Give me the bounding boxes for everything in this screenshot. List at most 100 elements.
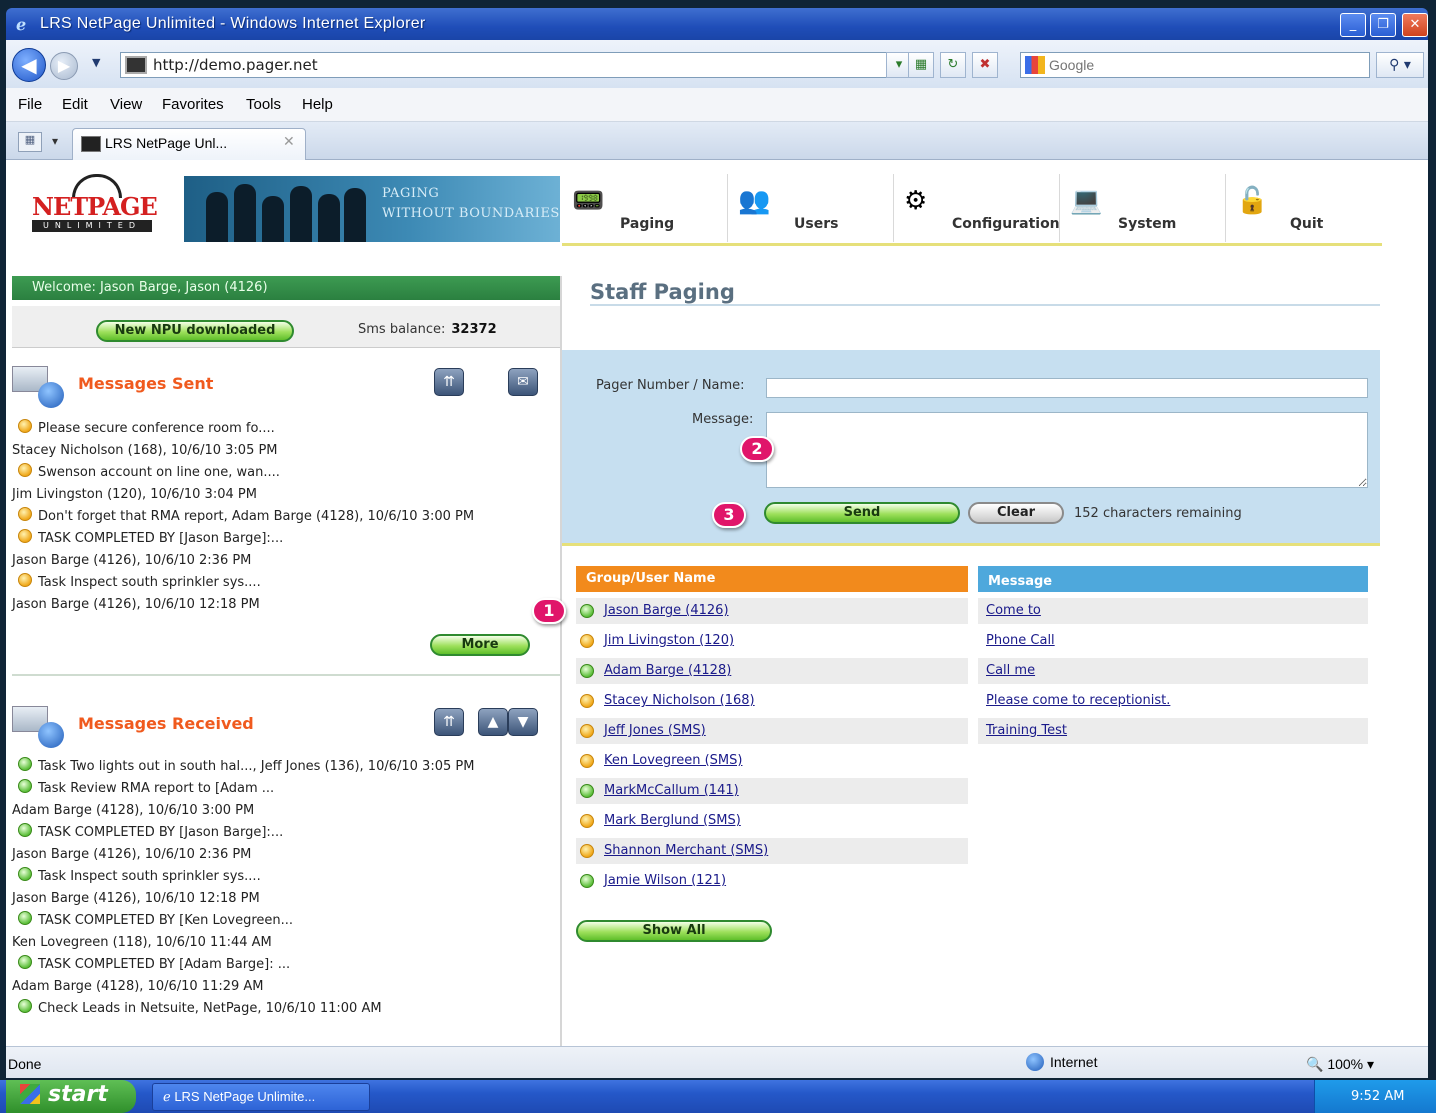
messages-globe-icon (12, 704, 64, 748)
minimize-button[interactable]: _ (1340, 13, 1366, 37)
message-row: Training Test (978, 718, 1368, 744)
message-item[interactable]: Task Inspect south sprinkler sys.... Jaso… (12, 866, 560, 910)
address-field[interactable] (120, 52, 900, 78)
message-item[interactable]: TASK COMPLETED BY [Jason Barge]:... Jason… (12, 528, 560, 572)
message-row: Come to (978, 598, 1368, 624)
status-yellow-icon (18, 463, 32, 477)
preset-message-link[interactable]: Please come to receptionist. (986, 693, 1170, 708)
message-item[interactable]: Please secure conference room fo.... Stac… (12, 418, 560, 462)
message-item[interactable]: Swenson account on line one, wan.... Jim … (12, 462, 560, 506)
clear-button[interactable]: Clear (968, 502, 1064, 524)
address-toolbar: ◀ ▶ ▼ ▾ ▦ ↻ ✖ ⚲ ▾ (6, 40, 1428, 88)
message-item[interactable]: Don't forget that RMA report, Adam Barge… (12, 506, 560, 528)
system-tray: 9:52 AM (1314, 1080, 1436, 1113)
message-item[interactable]: Task Review RMA report to [Adam ... Adam … (12, 778, 560, 822)
status-yellow-icon (580, 754, 594, 768)
preset-message-link[interactable]: Call me (986, 663, 1035, 678)
user-link[interactable]: Shannon Merchant (SMS) (604, 843, 768, 858)
show-all-button[interactable]: Show All (576, 920, 772, 942)
send-button[interactable]: Send (764, 502, 960, 524)
message-header[interactable]: Message (978, 566, 1368, 592)
taskbar-item-ie[interactable]: ℯ LRS NetPage Unlimite... (152, 1083, 370, 1111)
user-link[interactable]: Jason Barge (4126) (604, 603, 729, 618)
user-link[interactable]: Stacey Nicholson (168) (604, 693, 755, 708)
forward-button[interactable]: ▶ (50, 52, 78, 80)
collapse-received-button[interactable]: ⇈ (434, 708, 464, 736)
more-button[interactable]: More (430, 634, 530, 656)
search-input[interactable] (1049, 55, 1349, 75)
banner-line2: WITHOUT BOUNDARIES (382, 206, 560, 221)
status-green-icon (18, 757, 32, 771)
scroll-up-button[interactable]: ▲ (478, 708, 508, 736)
taskbar-item-label: LRS NetPage Unlimite... (174, 1089, 316, 1104)
url-input[interactable] (153, 55, 873, 75)
nav-configuration[interactable]: ⚙ Configuration (894, 174, 1060, 242)
search-button[interactable]: ⚲ ▾ (1376, 52, 1424, 78)
status-text: Done (8, 1056, 42, 1072)
user-link[interactable]: Jeff Jones (SMS) (604, 723, 706, 738)
search-field[interactable] (1020, 52, 1370, 78)
menu-favorites[interactable]: Favorites (162, 96, 224, 113)
user-link[interactable]: Jamie Wilson (121) (604, 873, 726, 888)
message-summary: TASK COMPLETED BY [Adam Barge]: ... (38, 957, 291, 972)
tab-list-dropdown[interactable]: ▾ (52, 134, 58, 148)
messages-received-title: Messages Received (78, 714, 254, 733)
user-row: Stacey Nicholson (168) (576, 688, 968, 714)
zoom-level[interactable]: 🔍 100% ▾ (1306, 1056, 1374, 1073)
user-link[interactable]: Adam Barge (4128) (604, 663, 731, 678)
user-link[interactable]: Jim Livingston (120) (604, 633, 734, 648)
menu-tools[interactable]: Tools (246, 96, 281, 113)
menu-edit[interactable]: Edit (62, 96, 88, 113)
pager-number-label: Pager Number / Name: (596, 378, 745, 393)
callout-3: 3 (712, 502, 746, 528)
status-green-icon (18, 823, 32, 837)
pager-number-input[interactable] (766, 378, 1368, 398)
preset-message-link[interactable]: Come to (986, 603, 1041, 618)
menu-view[interactable]: View (110, 96, 142, 113)
compatibility-icon[interactable]: ▦ (908, 52, 934, 78)
message-textarea[interactable] (766, 412, 1368, 488)
menu-help[interactable]: Help (302, 96, 333, 113)
message-item[interactable]: Task Two lights out in south hal..., Jef… (12, 756, 560, 778)
message-meta: Jason Barge (4126), 10/6/10 12:18 PM (12, 597, 260, 612)
npu-downloaded-button[interactable]: New NPU downloaded (96, 320, 294, 342)
tab-netpage[interactable]: LRS NetPage Unl... ✕ (72, 128, 306, 160)
security-zone: Internet (1026, 1053, 1097, 1071)
nav-paging[interactable]: 📟 Paging (562, 174, 728, 242)
message-item[interactable]: TASK COMPLETED BY [Adam Barge]: ... Adam … (12, 954, 560, 998)
message-item[interactable]: TASK COMPLETED BY [Ken Lovegreen... Ken L… (12, 910, 560, 954)
message-summary: Don't forget that RMA report, Adam Barge… (38, 509, 475, 524)
back-button[interactable]: ◀ (12, 48, 46, 82)
tab-close-icon[interactable]: ✕ (283, 134, 295, 150)
refresh-icon[interactable]: ↻ (940, 52, 966, 78)
recent-pages-dropdown[interactable]: ▼ (92, 56, 100, 69)
start-button[interactable]: start (6, 1080, 136, 1113)
scroll-down-button[interactable]: ▼ (508, 708, 538, 736)
nav-users[interactable]: 👥 Users (728, 174, 894, 242)
page-content: NETPAGE UNLIMITED PAGING WITHOUT BOUNDAR… (6, 160, 1428, 1046)
nav-quit[interactable]: 🔓 Quit (1226, 174, 1382, 242)
user-link[interactable]: Mark Berglund (SMS) (604, 813, 741, 828)
message-meta: Jason Barge (4126), 10/6/10 2:36 PM (12, 847, 252, 862)
preset-message-link[interactable]: Training Test (986, 723, 1067, 738)
menu-file[interactable]: File (18, 96, 42, 113)
status-green-icon (18, 779, 32, 793)
message-item[interactable]: Check Leads in Netsuite, NetPage, 10/6/1… (12, 998, 560, 1020)
logo-word: NETPAGE (32, 192, 158, 221)
message-item[interactable]: Task Inspect south sprinkler sys.... Jaso… (12, 572, 560, 616)
close-button[interactable]: ✕ (1402, 13, 1428, 37)
desktop: ℯ LRS NetPage Unlimited - Windows Intern… (0, 0, 1436, 1113)
message-item[interactable]: TASK COMPLETED BY [Jason Barge]:... Jason… (12, 822, 560, 866)
group-user-name-header[interactable]: Group/User Name (576, 566, 968, 592)
user-link[interactable]: Ken Lovegreen (SMS) (604, 753, 742, 768)
quick-tabs-icon[interactable]: ▦ (18, 132, 42, 152)
status-green-icon (18, 955, 32, 969)
stop-icon[interactable]: ✖ (972, 52, 998, 78)
nav-system[interactable]: 💻 System (1060, 174, 1226, 242)
compose-sent-icon[interactable]: ✉ (508, 368, 538, 396)
user-link[interactable]: MarkMcCallum (141) (604, 783, 739, 798)
preset-message-link[interactable]: Phone Call (986, 633, 1055, 648)
maximize-button[interactable]: ❐ (1370, 13, 1396, 37)
collapse-sent-button[interactable]: ⇈ (434, 368, 464, 396)
nav-system-label: System (1118, 216, 1177, 232)
